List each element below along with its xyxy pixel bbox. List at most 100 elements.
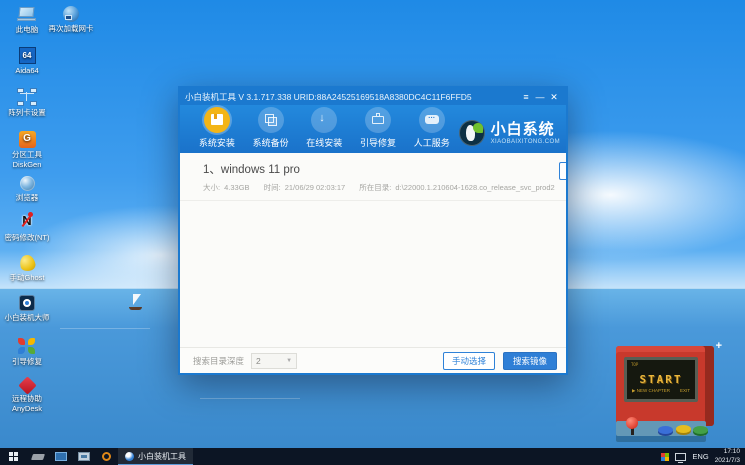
desktop-icon-browser[interactable]: 浏览器: [4, 175, 50, 203]
desktop-icon-anydesk[interactable]: 远程协助AnyDesk: [4, 377, 50, 414]
desktop-icon-aida64[interactable]: 64 Aida64: [4, 47, 50, 76]
computer-icon: [16, 5, 38, 23]
size-value: 4.33GB: [224, 183, 249, 192]
arcade-menu-exit: EXIT: [680, 388, 690, 394]
tab-label: 在线安装: [297, 136, 351, 149]
taskbar-running-app[interactable]: 小白装机工具: [118, 448, 193, 465]
time-label: 时间:: [264, 183, 281, 192]
sparkle-icon: +: [716, 340, 722, 352]
taskbar-keyboard-icon[interactable]: [26, 448, 49, 465]
brand-name: 小白系统: [491, 122, 560, 137]
brand-site: XIAOBAIXITONG.COM: [491, 139, 560, 145]
tray-network-icon[interactable]: [675, 453, 686, 461]
search-depth-select[interactable]: 2 ▼: [251, 353, 297, 369]
arcade-bezel: TOP START ▶ NEW CHAPTER EXIT: [624, 357, 698, 402]
icon-label: 阵列卡设置: [4, 108, 50, 118]
clock-time: 17:10: [715, 448, 740, 457]
tab-system-install[interactable]: 系统安装: [190, 107, 244, 149]
desktop-icon-this-pc[interactable]: 此电脑: [4, 5, 50, 35]
icon-label: 分区工具DiskGen: [4, 150, 50, 170]
sailboat: [129, 294, 143, 310]
arcade-menu-new-chapter: ▶ NEW CHAPTER: [632, 388, 670, 394]
tab-online-install[interactable]: ↓ 在线安装: [297, 107, 351, 149]
running-app-label: 小白装机工具: [138, 451, 186, 462]
search-image-button[interactable]: 搜索镜像: [503, 352, 557, 370]
network-array-icon: [16, 88, 38, 106]
xiaobai-tool-window: 小白装机工具 V 3.1.717.338 URID:88A24525169518…: [178, 86, 568, 375]
icon-label: 引导修复: [4, 357, 50, 367]
os-list: 1、windows 11 pro 大小:4.33GB 时间:21/06/29 0…: [180, 153, 566, 347]
anydesk-icon: [18, 376, 36, 394]
search-depth-label: 搜索目录深度: [193, 355, 244, 367]
desktop-icon-nt-password[interactable]: N 密码修改(NT): [4, 213, 50, 243]
nav-bar: 系统安装 系统备份 ↓ 在线安装 引导修复 ··· 人工服务 小白系统: [180, 105, 566, 153]
close-button[interactable]: ✕: [547, 90, 561, 104]
icon-label: Aida64: [4, 66, 50, 76]
arcade-machine: + TOP START ▶ NEW CHAPTER EXIT: [616, 346, 714, 442]
tray-colors-icon[interactable]: [661, 453, 669, 461]
boot-repair-icon: [365, 107, 391, 133]
arcade-cabinet: TOP START ▶ NEW CHAPTER EXIT: [616, 346, 714, 426]
window-footer: 搜索目录深度 2 ▼ 手动选择 搜索镜像: [180, 347, 566, 373]
os-name: windows 11 pro: [221, 164, 300, 176]
desktop-icon-boot-repair[interactable]: 引导修复: [4, 337, 50, 367]
manual-select-button[interactable]: 手动选择: [443, 352, 495, 370]
size-label: 大小:: [203, 183, 220, 192]
arcade-control-deck: [616, 421, 706, 442]
windows-logo-icon: [193, 163, 194, 179]
desktop: + TOP START ▶ NEW CHAPTER EXIT: [0, 0, 745, 465]
minimize-button[interactable]: —: [533, 90, 547, 104]
ghost-icon: [18, 254, 36, 273]
tab-label: 系统备份: [244, 136, 298, 149]
dir-value: d:\22000.1.210604-1628.co_release_svc_pr…: [395, 183, 554, 192]
desktop-icon-raid-setup[interactable]: 阵列卡设置: [4, 88, 50, 118]
desktop-icon-manual-ghost[interactable]: 手动Ghost: [4, 255, 50, 283]
menu-button[interactable]: ≡: [519, 90, 533, 104]
online-install-icon: ↓: [311, 107, 337, 133]
icon-label: 再次加载网卡: [48, 24, 94, 34]
windows-start-icon: [9, 452, 18, 461]
taskbar-computer-icon[interactable]: [72, 448, 95, 465]
aida64-icon: 64: [19, 47, 36, 64]
taskbar-search-icon[interactable]: [95, 448, 118, 465]
install-button[interactable]: 安装: [559, 162, 566, 180]
dir-label: 所在目录:: [359, 183, 391, 192]
tab-label: 人工服务: [405, 136, 459, 149]
arcade-button-yellow: [676, 425, 691, 433]
icon-label: 手动Ghost: [4, 273, 50, 283]
tab-label: 系统安装: [190, 136, 244, 149]
xiaobai-logo-icon: [459, 120, 485, 146]
wave: [60, 328, 150, 329]
system-install-icon: [204, 107, 230, 133]
wave: [200, 398, 300, 399]
desktop-icon-diskgenius[interactable]: G 分区工具DiskGen: [4, 131, 50, 170]
start-button[interactable]: [0, 448, 26, 465]
tab-boot-repair[interactable]: 引导修复: [351, 107, 405, 149]
arcade-start-text: START: [627, 373, 695, 386]
xiaobai-app-icon: [19, 295, 35, 311]
support-chat-icon: ···: [419, 107, 445, 133]
xiaobai-taskbar-icon: [125, 452, 134, 461]
language-indicator[interactable]: ENG: [692, 452, 708, 461]
system-tray: ENG 17:10 2021/7/3: [661, 448, 745, 465]
globe-network-icon: [63, 6, 79, 22]
taskbar: 小白装机工具 ENG 17:10 2021/7/3: [0, 448, 745, 465]
arcade-button-blue: [658, 426, 673, 434]
arcade-screen: TOP START ▶ NEW CHAPTER EXIT: [627, 360, 695, 399]
os-index: 1、: [203, 164, 221, 176]
clock[interactable]: 17:10 2021/7/3: [715, 448, 740, 465]
window-titlebar[interactable]: 小白装机工具 V 3.1.717.338 URID:88A24525169518…: [180, 88, 566, 105]
icon-label: 浏览器: [4, 193, 50, 203]
icon-label: 密码修改(NT): [4, 233, 50, 243]
tab-system-backup[interactable]: 系统备份: [244, 107, 298, 149]
brand-logo: 小白系统 XIAOBAIXITONG.COM: [459, 120, 560, 149]
window-title: 小白装机工具 V 3.1.717.338 URID:88A24525169518…: [185, 91, 519, 103]
desktop-icon-reload-network[interactable]: 再次加载网卡: [48, 5, 94, 34]
os-list-item[interactable]: 1、windows 11 pro 大小:4.33GB 时间:21/06/29 0…: [180, 153, 566, 201]
desktop-icon-xiaobai-master[interactable]: 小白装机大师: [4, 295, 50, 323]
taskbar-display-icon[interactable]: [49, 448, 72, 465]
arcade-screen-top-text: TOP: [631, 362, 638, 367]
tab-support[interactable]: ··· 人工服务: [405, 107, 459, 149]
browser-globe-icon: [20, 176, 35, 191]
tab-label: 引导修复: [351, 136, 405, 149]
